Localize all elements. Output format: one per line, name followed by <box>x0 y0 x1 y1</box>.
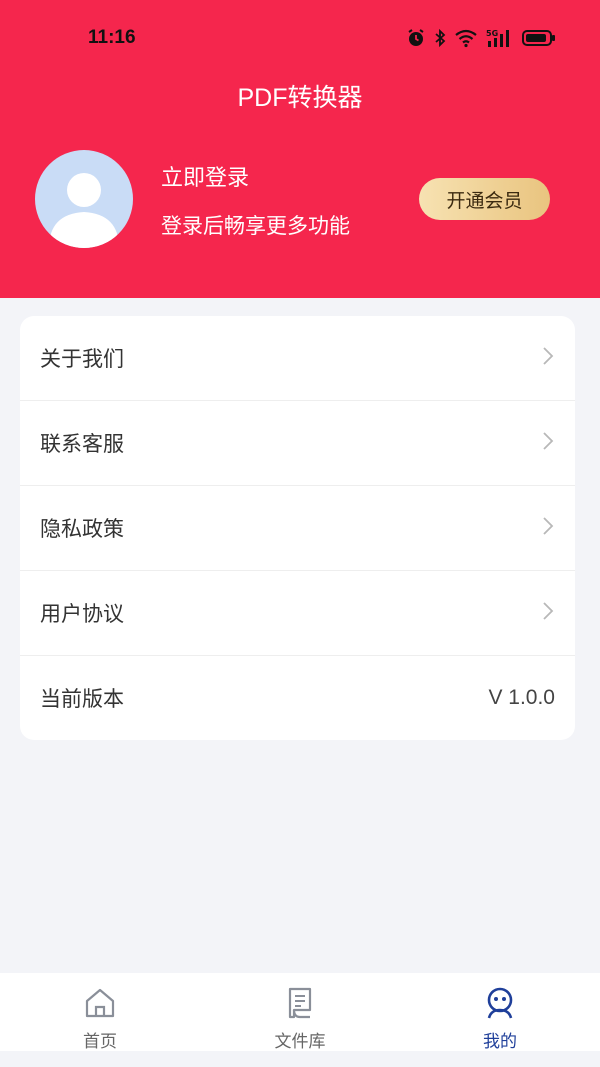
status-time: 11:16 <box>88 27 136 48</box>
menu-item-label: 用户协议 <box>40 602 124 626</box>
menu-item-label: 隐私政策 <box>40 517 124 541</box>
avatar[interactable] <box>35 150 133 248</box>
status-icons: 5G <box>406 26 556 50</box>
menu-item-label: 当前版本 <box>40 687 124 711</box>
chevron-right-icon <box>541 600 555 626</box>
battery-icon <box>522 29 556 47</box>
status-bar: 11:16 5G <box>0 0 600 72</box>
5g-signal-icon: 5G <box>486 28 514 48</box>
page-title: PDF转换器 <box>237 84 363 112</box>
wifi-icon <box>454 28 478 48</box>
chevron-right-icon <box>541 515 555 541</box>
menu-item-label: 关于我们 <box>40 347 124 371</box>
chevron-right-icon <box>541 430 555 456</box>
menu-item-about[interactable]: 关于我们 <box>20 316 575 401</box>
tab-label: 我的 <box>483 1032 517 1052</box>
tab-label: 文件库 <box>274 1032 326 1052</box>
version-value: V 1.0.0 <box>488 686 555 709</box>
vip-button[interactable]: 开通会员 <box>419 178 550 220</box>
menu-item-version: 当前版本 V 1.0.0 <box>20 656 575 740</box>
menu-item-user-agreement[interactable]: 用户协议 <box>20 571 575 656</box>
settings-menu: 关于我们 联系客服 隐私政策 用户协议 当前版本 V 1.0.0 <box>20 316 575 740</box>
home-indicator-area <box>0 1051 600 1067</box>
alarm-icon <box>406 28 426 48</box>
home-icon <box>78 983 122 1023</box>
login-subtitle: 登录后畅享更多功能 <box>161 214 350 238</box>
login-link[interactable]: 立即登录 <box>161 160 249 192</box>
bluetooth-icon <box>434 28 446 48</box>
tab-label: 首页 <box>83 1032 117 1052</box>
menu-item-customer-service[interactable]: 联系客服 <box>20 401 575 486</box>
profile-robot-icon <box>478 983 522 1023</box>
file-library-icon <box>278 983 322 1023</box>
menu-item-privacy-policy[interactable]: 隐私政策 <box>20 486 575 571</box>
default-avatar-icon <box>49 173 119 248</box>
menu-item-label: 联系客服 <box>40 432 124 456</box>
header: 11:16 5G PDF转换器 立即登录 登录后畅享更多功能 开通会员 <box>0 0 600 298</box>
chevron-right-icon <box>541 345 555 371</box>
svg-text:5G: 5G <box>486 29 498 38</box>
